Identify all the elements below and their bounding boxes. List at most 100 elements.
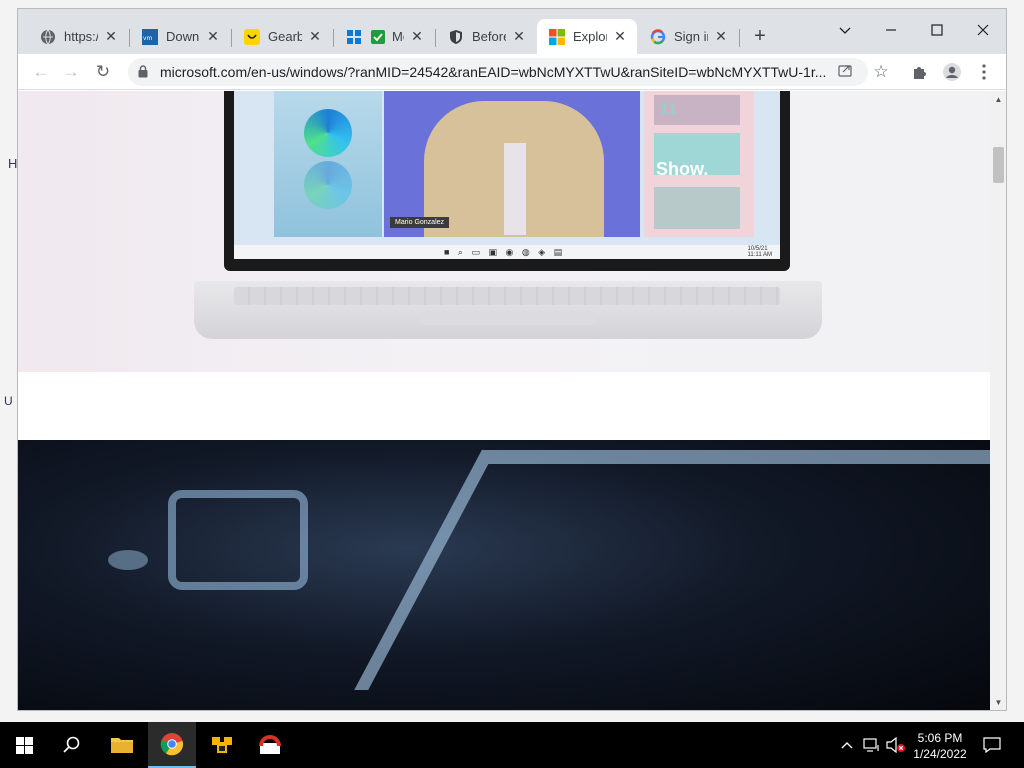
- glass-shape: [108, 550, 148, 570]
- tab-before[interactable]: Before ✕: [436, 19, 536, 54]
- desktop-text: U: [4, 394, 13, 408]
- extensions-button[interactable]: [907, 59, 933, 85]
- mini-taskbar: ■ ⌕ ▭ ▣ ◉ ◍ ◈ ▤ 10/5/21 11:11 AM: [234, 245, 780, 259]
- clock-time: 5:06 PM: [917, 731, 963, 745]
- widget-tile: [654, 187, 740, 229]
- browser-window: https:// ✕ vm Downlo ✕ Gearbe ✕: [17, 8, 1007, 711]
- avatar-icon: [943, 63, 961, 81]
- keyboard-shape: [234, 287, 780, 305]
- widgets-panel: 11 Show.: [644, 91, 754, 237]
- tab-mc[interactable]: Mc ✕: [334, 19, 434, 54]
- more-vert-icon: [982, 64, 986, 80]
- scroll-up-arrow-icon[interactable]: ▲: [990, 93, 1006, 107]
- close-window-button[interactable]: [960, 15, 1006, 45]
- forward-button[interactable]: →: [58, 59, 84, 85]
- edge-reflection-icon: [304, 161, 352, 209]
- red-app-icon: [259, 735, 281, 754]
- windows-icon: [346, 29, 362, 45]
- reload-button[interactable]: ↻: [90, 59, 116, 85]
- tab-gearbest[interactable]: Gearbe ✕: [232, 19, 332, 54]
- widget-number: 11: [660, 101, 677, 118]
- tab-download[interactable]: vm Downlo ✕: [130, 19, 230, 54]
- windows-desktop-preview: Mario Gonzalez 11 Show. ■ ⌕ ▭ ▣ ◉ ◍ ◈ ▤: [234, 91, 780, 259]
- widget-text: Show.: [656, 159, 709, 179]
- volume-button[interactable]: [884, 722, 908, 768]
- url-text[interactable]: microsoft.com/en-us/windows/?ranMID=2454…: [160, 64, 830, 80]
- hero-banner: Mario Gonzalez 11 Show. ■ ⌕ ▭ ▣ ◉ ◍ ◈ ▤: [18, 91, 990, 372]
- maximize-icon: [931, 24, 943, 36]
- tab-title: Explore: [573, 29, 607, 44]
- vertical-scrollbar[interactable]: ▲ ▼: [990, 91, 1006, 710]
- close-icon[interactable]: ✕: [408, 28, 426, 46]
- shield-icon: [448, 29, 464, 45]
- app-yellow-button[interactable]: [198, 722, 246, 768]
- search-button[interactable]: [48, 722, 96, 768]
- tab-search-button[interactable]: [822, 15, 868, 45]
- clock-date: 1/24/2022: [913, 747, 967, 761]
- windows-logo-icon: [15, 736, 33, 754]
- windows-taskbar: 5:06 PM 1/24/2022: [0, 722, 1024, 768]
- file-explorer-button[interactable]: [98, 722, 146, 768]
- app-red-button[interactable]: [246, 722, 294, 768]
- laptop-keyboard-image: [194, 281, 822, 339]
- system-clock[interactable]: 5:06 PM 1/24/2022: [908, 730, 972, 762]
- svg-text:vm: vm: [143, 35, 153, 42]
- mini-clock: 10/5/21 11:11 AM: [748, 246, 772, 258]
- checkbox-icon: [370, 29, 386, 45]
- address-bar[interactable]: microsoft.com/en-us/windows/?ranMID=2454…: [128, 58, 868, 86]
- desktop-text: H: [8, 156, 18, 171]
- chrome-icon: [160, 733, 184, 756]
- new-tab-button[interactable]: +: [749, 26, 771, 48]
- profile-button[interactable]: [939, 59, 965, 85]
- edge-logo-icon: [304, 109, 352, 157]
- tab-https[interactable]: https:// ✕: [28, 19, 128, 54]
- minimize-button[interactable]: [868, 15, 914, 45]
- close-icon[interactable]: ✕: [306, 28, 324, 46]
- close-icon[interactable]: ✕: [204, 28, 222, 46]
- mini-taskbar-icons: ■ ⌕ ▭ ▣ ◉ ◍ ◈ ▤: [444, 247, 566, 257]
- close-icon[interactable]: ✕: [712, 28, 730, 46]
- network-icon: [863, 738, 879, 752]
- chrome-button[interactable]: [148, 722, 196, 768]
- close-icon[interactable]: ✕: [611, 28, 629, 46]
- notification-icon: [983, 737, 1001, 753]
- glass-shape: [168, 490, 308, 590]
- page-content: Mario Gonzalez 11 Show. ■ ⌕ ▭ ▣ ◉ ◍ ◈ ▤: [18, 91, 990, 710]
- maximize-button[interactable]: [914, 15, 960, 45]
- tab-title: https://: [64, 29, 98, 44]
- scrollbar-thumb[interactable]: [993, 147, 1004, 183]
- tab-explore[interactable]: Explore ✕: [537, 19, 637, 54]
- close-icon[interactable]: ✕: [102, 28, 120, 46]
- shirt-shape: [504, 143, 526, 235]
- microsoft-logo-icon: [549, 28, 565, 45]
- tab-divider: [739, 29, 740, 47]
- show-hidden-icons-button[interactable]: [836, 722, 858, 768]
- glass-shape: [354, 450, 990, 690]
- browser-toolbar: ← → ↻ microsoft.com/en-us/windows/?ranMI…: [18, 54, 1006, 90]
- google-icon: [650, 28, 666, 45]
- notifications-button[interactable]: [978, 722, 1006, 768]
- volume-muted-icon: [886, 737, 905, 753]
- menu-button[interactable]: [971, 59, 997, 85]
- tab-title: Sign in: [674, 29, 708, 44]
- close-icon[interactable]: ✕: [510, 28, 528, 46]
- share-icon[interactable]: [838, 63, 852, 80]
- spacer: [18, 372, 990, 440]
- edge-panel: [274, 91, 382, 237]
- tab-title: Downlo: [166, 29, 200, 44]
- mini-clock-time: 11:11 AM: [747, 252, 772, 258]
- name-tag: Mario Gonzalez: [390, 217, 450, 228]
- bookmark-star-button[interactable]: ☆: [868, 59, 894, 85]
- tab-title: Mc: [392, 29, 404, 44]
- folder-icon: [111, 738, 133, 753]
- network-button[interactable]: [860, 722, 884, 768]
- tab-title: Gearbe: [268, 29, 302, 44]
- trackpad-shape: [420, 311, 596, 325]
- start-button[interactable]: [0, 722, 48, 768]
- chevron-up-icon: [841, 742, 853, 749]
- tab-sign-in[interactable]: Sign in ✕: [638, 19, 738, 54]
- scroll-down-arrow-icon[interactable]: ▼: [990, 696, 1006, 710]
- lock-icon: [138, 65, 148, 78]
- back-button[interactable]: ←: [28, 59, 54, 85]
- tab-title: Before: [472, 29, 506, 44]
